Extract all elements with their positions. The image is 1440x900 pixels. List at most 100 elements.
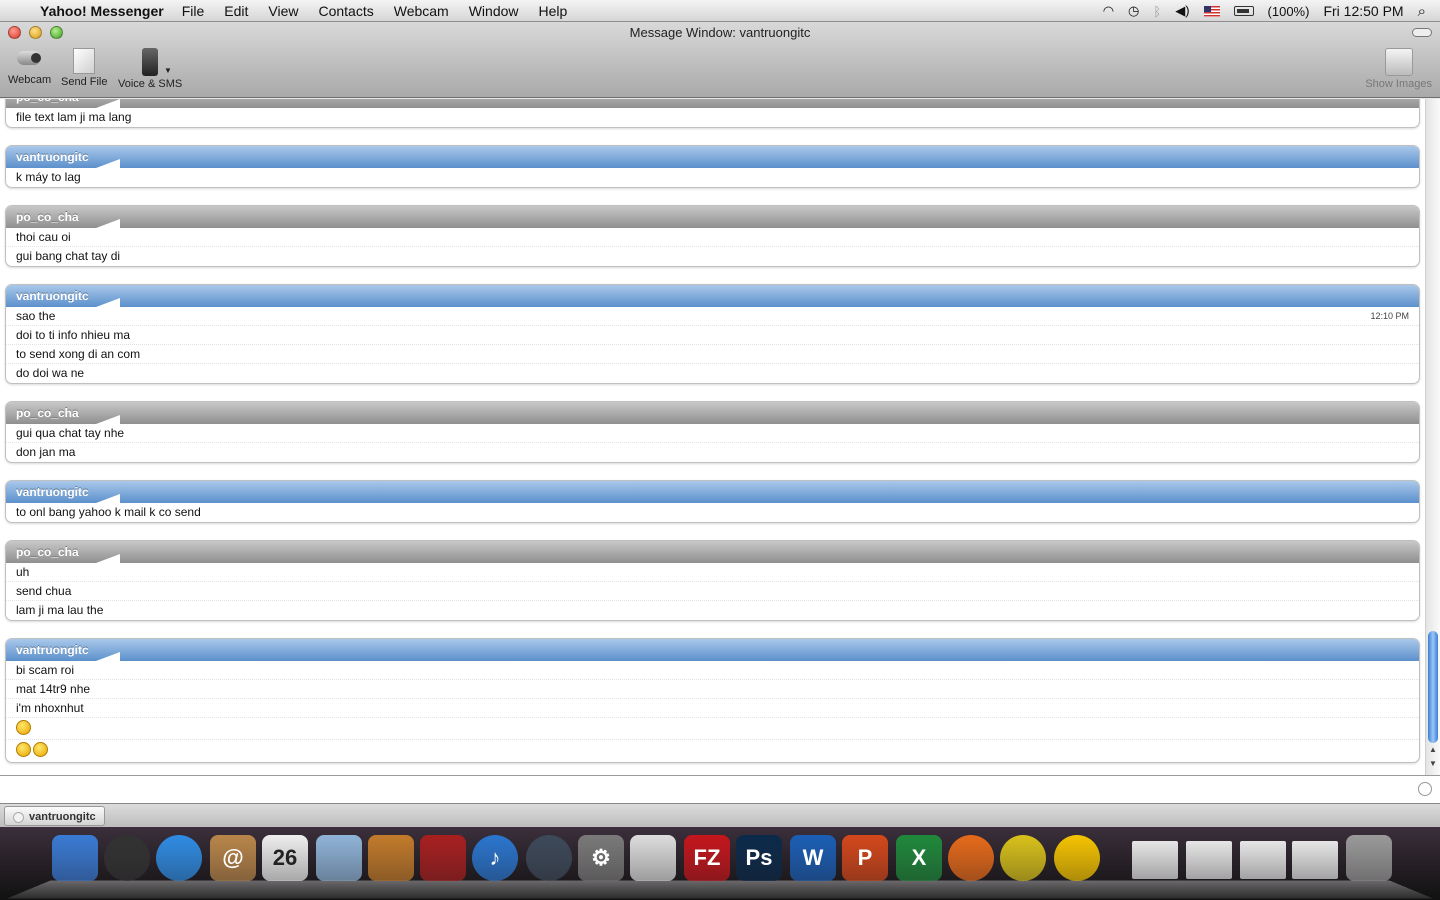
- dock-itunes-icon[interactable]: ♪: [472, 835, 518, 881]
- phone-icon: [142, 48, 159, 76]
- dock-preview-icon[interactable]: [316, 835, 362, 881]
- dock-window-messenger-1-icon[interactable]: [1240, 841, 1286, 879]
- message-text: lam ji ma lau the: [16, 603, 104, 617]
- webcam-button[interactable]: Webcam: [8, 48, 51, 86]
- dock-dashboard-icon[interactable]: [104, 835, 150, 881]
- dock-address-book-icon[interactable]: @: [210, 835, 256, 881]
- message-text: i'm nhoxnhut: [16, 701, 84, 715]
- menu-contacts[interactable]: Contacts: [318, 3, 373, 19]
- scroll-up-arrow-icon[interactable]: ▲: [1429, 745, 1437, 754]
- voice-sms-label: Voice & SMS: [118, 78, 183, 90]
- status-area: ◠ ◷ ᛒ ◀) (100%) Fri 12:50 PM ⌕: [1103, 0, 1440, 22]
- menu-webcam[interactable]: Webcam: [394, 3, 449, 19]
- webcam-icon: [13, 48, 47, 72]
- volume-icon[interactable]: ◀): [1175, 3, 1189, 19]
- dock-firefox-icon[interactable]: [948, 835, 994, 881]
- message-line: to send xong di an com: [6, 345, 1419, 364]
- battery-icon[interactable]: [1233, 6, 1254, 16]
- message-text: thoi cau oi: [16, 230, 71, 244]
- menu-bar: Yahoo! Messenger File Edit View Contacts…: [0, 0, 1440, 22]
- message-history[interactable]: po_co_chafile text lam ji ma langvantruo…: [0, 99, 1440, 775]
- dock-window-messenger-2-icon[interactable]: [1292, 841, 1338, 879]
- message-line: lam ji ma lau the: [6, 601, 1419, 620]
- message-line: sao the 12:10 PM: [6, 307, 1419, 326]
- dock-trash-icon[interactable]: [1346, 835, 1392, 881]
- message-line: [6, 740, 1419, 762]
- emoticon-pair-icon: [16, 742, 31, 758]
- message-input[interactable]: [0, 775, 1440, 803]
- message-sender: po_co_cha: [6, 206, 1419, 228]
- menubar-clock[interactable]: Fri 12:50 PM: [1323, 3, 1403, 19]
- scrollbar[interactable]: ▲ ▼: [1425, 99, 1440, 775]
- menu-help[interactable]: Help: [539, 3, 568, 19]
- message-group: po_co_cha gui qua chat tay nhe don jan ma: [5, 401, 1420, 463]
- message-text: k máy to lag: [16, 170, 81, 184]
- dock-photoshop-icon[interactable]: Ps: [736, 835, 782, 881]
- dock-chrome-icon[interactable]: [1000, 835, 1046, 881]
- show-images-button[interactable]: Show Images: [1365, 48, 1432, 90]
- dock-window-firefox-icon[interactable]: [1132, 841, 1178, 879]
- message-text: don jan ma: [16, 445, 76, 459]
- dock-powerpoint-icon[interactable]: P: [842, 835, 888, 881]
- dock-textedit-icon[interactable]: [630, 835, 676, 881]
- voice-sms-button[interactable]: ▼ Voice & SMS: [118, 48, 182, 90]
- message-text: gui bang chat tay di: [16, 249, 121, 263]
- menu-file[interactable]: File: [182, 3, 205, 19]
- menu-window[interactable]: Window: [469, 3, 519, 19]
- message-group: vantruongitc bi scam roi mat 14tr9 nhe i'm …: [5, 638, 1420, 763]
- scroll-down-arrow-icon[interactable]: ▼: [1429, 759, 1437, 768]
- dock-system-preferences-icon[interactable]: ⚙: [578, 835, 624, 881]
- message-text: send chua: [16, 584, 72, 598]
- send-file-button[interactable]: Send File: [61, 48, 107, 88]
- bluetooth-icon[interactable]: ᛒ: [1153, 4, 1161, 19]
- dock-filezilla-icon[interactable]: FZ: [684, 835, 730, 881]
- spotlight-search-icon[interactable]: ⌕: [1418, 3, 1426, 20]
- dock-shelf: [7, 880, 1433, 899]
- conversation-tab-bar: vantruongitc: [0, 803, 1440, 827]
- menu-view[interactable]: View: [268, 3, 298, 19]
- conversation-tab[interactable]: vantruongitc: [4, 806, 105, 826]
- message-line: bi scam roi: [6, 661, 1419, 680]
- message-sender: vantruongitc: [6, 481, 1419, 503]
- message-line: gui qua chat tay nhe: [6, 424, 1419, 443]
- input-source-flag-icon[interactable]: [1203, 5, 1220, 17]
- message-text: uh: [16, 565, 30, 579]
- dock: @26 ♪ ⚙ FZ Ps W P X: [0, 827, 1440, 900]
- dock-window-chrome-icon[interactable]: [1186, 841, 1232, 879]
- message-line: k máy to lag: [6, 168, 1419, 187]
- dock-ical-icon[interactable]: 26: [262, 835, 308, 881]
- time-machine-status-icon[interactable]: ◷: [1128, 3, 1139, 19]
- dock-iphoto-icon[interactable]: [368, 835, 414, 881]
- window-title: Message Window: vantruongitc: [629, 25, 811, 40]
- emoticon-picker-icon[interactable]: [1418, 782, 1432, 796]
- dock-photo-booth-icon[interactable]: [420, 835, 466, 881]
- message-line: don jan ma: [6, 443, 1419, 462]
- message-text: file text lam ji ma lang: [16, 110, 132, 124]
- message-sender: po_co_cha: [6, 99, 1419, 108]
- dock-safari-icon[interactable]: [156, 835, 202, 881]
- menu-edit[interactable]: Edit: [224, 3, 248, 19]
- dock-finder-icon[interactable]: [52, 835, 98, 881]
- dock-yahoo-messenger-icon[interactable]: [1054, 835, 1100, 881]
- message-line: mat 14tr9 nhe: [6, 680, 1419, 699]
- message-text: gui qua chat tay nhe: [16, 426, 125, 440]
- message-group: po_co_chathoi cau oi gui bang chat tay di: [5, 205, 1420, 267]
- toolbar-toggle-button[interactable]: [1412, 28, 1432, 37]
- message-line: doi to ti info nhieu ma: [6, 326, 1419, 345]
- message-text: to send xong di an com: [16, 347, 141, 361]
- message-text: mat 14tr9 nhe: [16, 682, 91, 696]
- menu-app-name[interactable]: Yahoo! Messenger: [40, 3, 164, 19]
- emoticon-icon: [33, 742, 48, 758]
- dock-time-machine-icon[interactable]: [526, 835, 572, 881]
- dock-excel-icon[interactable]: X: [896, 835, 942, 881]
- dock-word-icon[interactable]: W: [790, 835, 836, 881]
- message-text: doi to ti info nhieu ma: [16, 328, 131, 342]
- message-group: vantruongitc to onl bang yahoo k mail k c…: [5, 480, 1420, 523]
- scrollbar-thumb[interactable]: [1428, 631, 1438, 743]
- message-group: po_co_chafile text lam ji ma lang: [5, 99, 1420, 128]
- message-text: sao the: [16, 309, 56, 323]
- message-window: Message Window: vantruongitc Webcam Send…: [0, 22, 1440, 827]
- message-text: do doi wa ne: [16, 366, 85, 380]
- wifi-icon[interactable]: ◠: [1103, 3, 1114, 19]
- dropdown-arrow-icon: ▼: [164, 66, 172, 75]
